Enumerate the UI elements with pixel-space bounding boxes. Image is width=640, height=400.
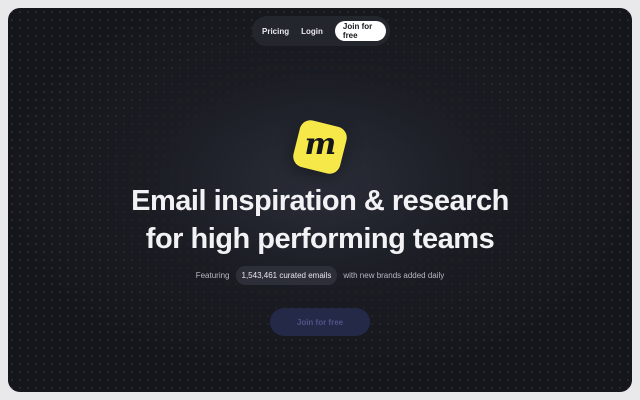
hero-join-button[interactable]: Join for free <box>270 308 370 336</box>
nav-link-login[interactable]: Login <box>301 27 323 36</box>
featuring-line: Featuring 1,543,461 curated emails with … <box>8 266 632 285</box>
headline-line-1: Email inspiration & research <box>131 185 509 217</box>
featuring-prefix: Featuring <box>195 271 230 280</box>
top-nav: Pricing Login Join for free <box>252 16 390 46</box>
featuring-suffix: with new brands added daily <box>343 271 445 280</box>
headline-line-2: for high performing teams <box>145 223 495 255</box>
nav-join-button[interactable]: Join for free <box>334 21 386 41</box>
email-count-badge: 1,543,461 curated emails <box>235 266 338 285</box>
nav-link-pricing[interactable]: Pricing <box>262 27 289 36</box>
hero-frame: Pricing Login Join for free m Email insp… <box>8 8 632 392</box>
logo-letter: m <box>304 127 337 163</box>
